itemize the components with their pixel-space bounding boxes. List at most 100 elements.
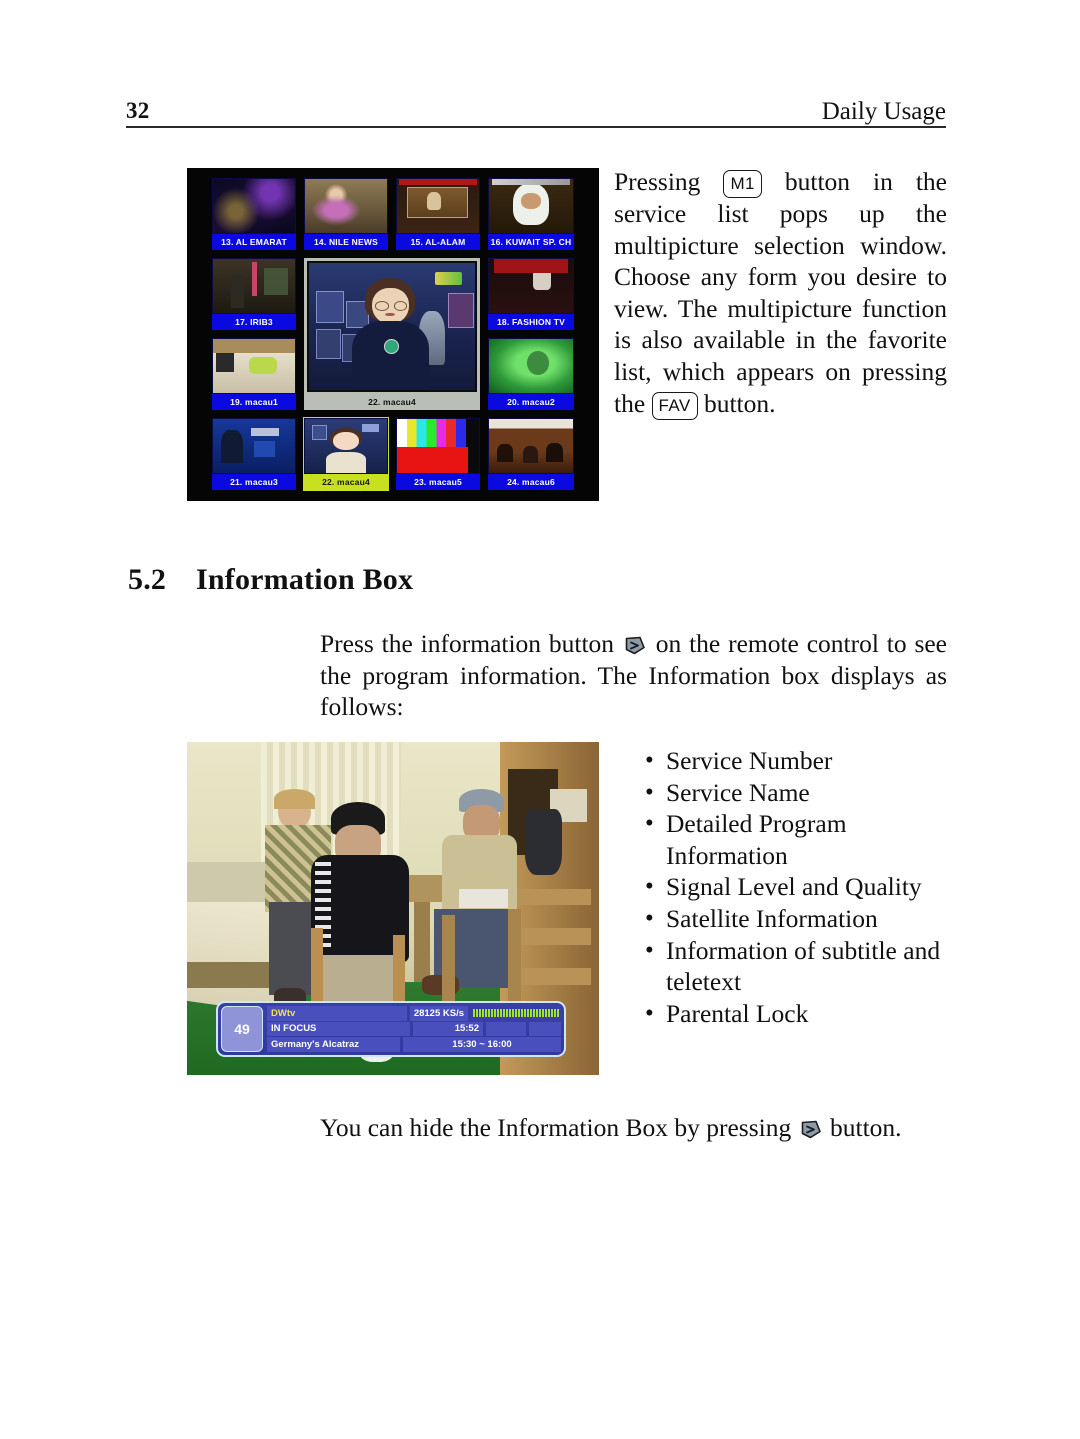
teletext-indicator bbox=[529, 1021, 561, 1037]
bullet-marker: • bbox=[645, 747, 654, 774]
info-remote-button-icon bbox=[800, 1116, 822, 1139]
list-item-label: Service Number bbox=[666, 746, 833, 775]
bullet-marker: • bbox=[645, 999, 654, 1027]
section-title: Information Box bbox=[196, 563, 414, 596]
signal-level-bar bbox=[471, 1006, 561, 1021]
list-item-label: Detailed Program Information bbox=[666, 809, 847, 870]
header-divider bbox=[126, 126, 946, 128]
multipicture-screenshot: 13. AL EMARAT 14. NILE NEWS 15. AL-ALAM bbox=[187, 168, 599, 501]
channel-tile[interactable]: 20. macau2 bbox=[488, 338, 574, 410]
program-time: 15:30 ~ 16:00 bbox=[403, 1037, 561, 1053]
channel-thumbnail bbox=[304, 178, 388, 234]
osd-row-schedule: Germany's Alcatraz 15:30 ~ 16:00 bbox=[267, 1037, 561, 1053]
channel-thumbnail bbox=[307, 261, 477, 392]
service-name: DWtv bbox=[267, 1006, 407, 1021]
channel-tile[interactable]: 13. AL EMARAT bbox=[212, 178, 296, 250]
subtitle-indicator bbox=[486, 1021, 526, 1037]
channel-tile[interactable]: 15. AL-ALAM bbox=[396, 178, 480, 250]
paragraph-text-part1: Pressing bbox=[614, 167, 701, 196]
bullet-marker: • bbox=[645, 778, 654, 806]
channel-tile-highlighted[interactable]: 22. macau4 bbox=[303, 417, 389, 491]
bullet-marker: • bbox=[645, 936, 654, 964]
channel-label: 17. IRIB3 bbox=[212, 314, 296, 330]
channel-label: 24. macau6 bbox=[488, 474, 574, 490]
symbol-rate: 28125 KS/s bbox=[409, 1006, 468, 1021]
osd-body: DWtv 28125 KS/s IN FOCUS 15:52 Germany's… bbox=[267, 1006, 561, 1053]
program-subtitle: Germany's Alcatraz bbox=[267, 1037, 400, 1053]
channel-thumbnail bbox=[212, 338, 296, 394]
channel-label: 23. macau5 bbox=[396, 474, 480, 490]
information-box-screenshot: 49 DWtv 28125 KS/s IN FOCUS 15:52 German… bbox=[187, 742, 599, 1075]
channel-label: 13. AL EMARAT bbox=[212, 234, 296, 250]
closing-paragraph: You can hide the Information Box by pres… bbox=[320, 1112, 947, 1144]
signal-level-fill bbox=[473, 1009, 559, 1018]
channel-label: 15. AL-ALAM bbox=[396, 234, 480, 250]
paragraph-text-part2: button in the service list pops up the m… bbox=[614, 167, 948, 418]
list-item: • Service Number bbox=[641, 745, 953, 777]
channel-label: 19. macau1 bbox=[212, 394, 296, 410]
channel-label: 22. macau4 bbox=[304, 474, 388, 490]
bullet-marker: • bbox=[645, 873, 654, 901]
channel-thumbnail bbox=[488, 258, 574, 314]
info-paragraph-part1: Press the information button bbox=[320, 629, 615, 658]
channel-tile[interactable]: 24. macau6 bbox=[488, 418, 574, 490]
channel-thumbnail bbox=[396, 178, 480, 234]
list-item: • Service Name bbox=[641, 777, 953, 809]
channel-label: 16. KUWAIT SP. CH bbox=[488, 234, 574, 250]
information-box-osd: 49 DWtv 28125 KS/s IN FOCUS 15:52 German… bbox=[216, 1001, 566, 1057]
channel-tile[interactable]: 21. macau3 bbox=[212, 418, 296, 490]
channel-thumbnail bbox=[212, 258, 296, 314]
channel-tile[interactable]: 17. IRIB3 bbox=[212, 258, 296, 330]
closing-part2: button. bbox=[829, 1113, 902, 1142]
list-item-label: Information of subtitle and teletext bbox=[666, 935, 941, 997]
channel-label: 21. macau3 bbox=[212, 474, 296, 490]
channel-tile[interactable]: 16. KUWAIT SP. CH bbox=[488, 178, 574, 250]
bullet-marker: • bbox=[645, 904, 654, 932]
fav-key-label: FAV bbox=[651, 391, 698, 420]
channel-thumbnail bbox=[212, 418, 296, 474]
section-number: 5.2 bbox=[128, 563, 167, 596]
selected-channel-label: 22. macau4 bbox=[304, 394, 480, 410]
channel-label: 14. NILE NEWS bbox=[304, 234, 388, 250]
channel-tile[interactable]: 18. FASHION TV bbox=[488, 258, 574, 330]
channel-label: 20. macau2 bbox=[488, 394, 574, 410]
channel-thumbnail bbox=[396, 418, 480, 474]
list-item-label: Service Name bbox=[666, 777, 810, 807]
multipicture-paragraph: Pressing M1 button in the service list p… bbox=[614, 166, 947, 420]
page-number: 32 bbox=[126, 98, 150, 123]
document-page: 32 Daily Usage Pressing M1 button in the… bbox=[0, 0, 1080, 1439]
information-box-paragraph: Press the information button on the remo… bbox=[320, 628, 947, 723]
list-item: • Detailed Program Information bbox=[641, 808, 953, 871]
channel-tile[interactable]: 14. NILE NEWS bbox=[304, 178, 388, 250]
m1-key-label: M1 bbox=[723, 170, 762, 198]
bullet-marker: • bbox=[645, 810, 654, 838]
selected-channel-preview[interactable]: 22. macau4 bbox=[304, 258, 480, 410]
channel-thumbnail bbox=[488, 418, 574, 474]
multipicture-grid: 13. AL EMARAT 14. NILE NEWS 15. AL-ALAM bbox=[212, 178, 574, 491]
header-title: Daily Usage bbox=[821, 98, 946, 125]
channel-thumbnail bbox=[488, 178, 574, 234]
list-item-label: Signal Level and Quality bbox=[666, 872, 922, 902]
channel-thumbnail bbox=[212, 178, 296, 234]
closing-part1: You can hide the Information Box by pres… bbox=[320, 1113, 792, 1142]
paragraph-text-part3: button. bbox=[703, 388, 776, 418]
list-item: • Information of subtitle and teletext bbox=[641, 935, 953, 998]
channel-tile[interactable]: 19. macau1 bbox=[212, 338, 296, 410]
list-item-label: Parental Lock bbox=[666, 998, 809, 1028]
service-number: 49 bbox=[221, 1006, 263, 1052]
channel-thumbnail bbox=[488, 338, 574, 394]
osd-row-program: IN FOCUS 15:52 bbox=[267, 1021, 561, 1037]
clock: 15:52 bbox=[413, 1021, 483, 1037]
info-remote-button-icon bbox=[624, 632, 646, 655]
page-header: 32 Daily Usage bbox=[126, 88, 946, 128]
channel-thumbnail bbox=[304, 418, 388, 474]
list-item: • Parental Lock bbox=[641, 998, 953, 1030]
channel-label: 18. FASHION TV bbox=[488, 314, 574, 330]
list-item: • Satellite Information bbox=[641, 903, 953, 935]
osd-row-service: DWtv 28125 KS/s bbox=[267, 1006, 561, 1021]
list-item-label: Satellite Information bbox=[666, 903, 878, 933]
program-title: IN FOCUS bbox=[267, 1021, 410, 1037]
list-item: • Signal Level and Quality bbox=[641, 871, 953, 903]
channel-tile[interactable]: 23. macau5 bbox=[396, 418, 480, 490]
section-heading: 5.2 Information Box bbox=[128, 563, 413, 597]
